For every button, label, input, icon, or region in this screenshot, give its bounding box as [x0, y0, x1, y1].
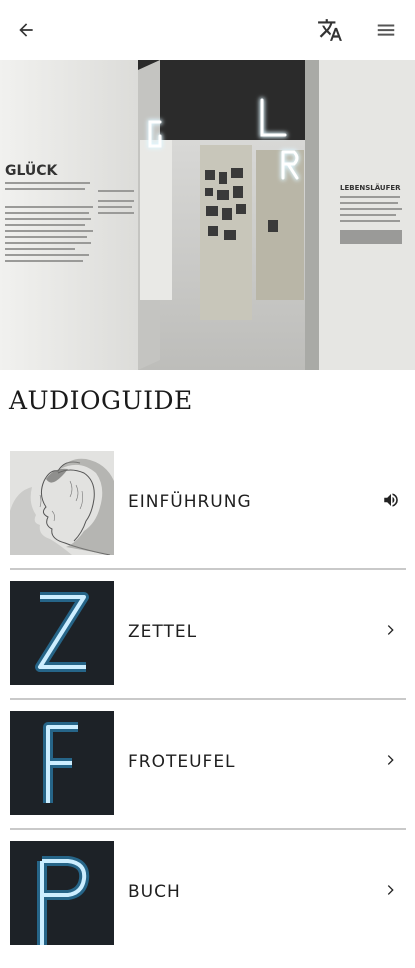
thumbnail-neon-b: [10, 841, 114, 945]
hamburger-menu-icon: [377, 24, 395, 36]
play-audio-button[interactable]: [381, 490, 401, 510]
divider: [10, 828, 406, 830]
audioguide-list: EINFÜHRUNG ZETTEL FROTEUFEL BUCH: [0, 448, 415, 968]
hero-sign-text: LEBENSLÄUFER: [340, 183, 401, 192]
divider: [10, 698, 406, 700]
translate-icon: [318, 19, 342, 41]
list-item-label: FROTEUFEL: [128, 752, 236, 772]
hero-wall-title: GLÜCK: [5, 161, 59, 179]
back-button[interactable]: [11, 15, 41, 45]
arrow-left-icon: [19, 23, 33, 37]
app-bar: [0, 0, 415, 60]
open-item-button[interactable]: [381, 880, 401, 900]
chevron-right-icon: [387, 755, 394, 765]
list-item-buch[interactable]: BUCH: [0, 838, 415, 968]
hero-image: GLÜCK LEBENSLÄUFER: [0, 60, 415, 370]
list-item-label: BUCH: [128, 882, 181, 902]
open-item-button[interactable]: [381, 750, 401, 770]
list-item-einfuehrung[interactable]: EINFÜHRUNG: [0, 448, 415, 578]
list-item-zettel[interactable]: ZETTEL: [0, 578, 415, 708]
open-item-button[interactable]: [381, 620, 401, 640]
thumbnail-portrait: [10, 451, 114, 555]
menu-button[interactable]: [371, 15, 401, 45]
list-item-label: EINFÜHRUNG: [128, 492, 252, 512]
thumbnail-neon-f: [10, 711, 114, 815]
translate-button[interactable]: [315, 15, 345, 45]
speaker-icon: [384, 493, 398, 507]
chevron-right-icon: [387, 625, 394, 635]
list-item-froteufel[interactable]: FROTEUFEL: [0, 708, 415, 838]
section-title: AUDIOGUIDE: [9, 386, 193, 415]
thumbnail-neon-z: [10, 581, 114, 685]
list-item-label: ZETTEL: [128, 622, 198, 642]
divider: [10, 568, 406, 570]
chevron-right-icon: [387, 885, 394, 895]
exhibition-photo: GLÜCK LEBENSLÄUFER: [0, 60, 415, 370]
